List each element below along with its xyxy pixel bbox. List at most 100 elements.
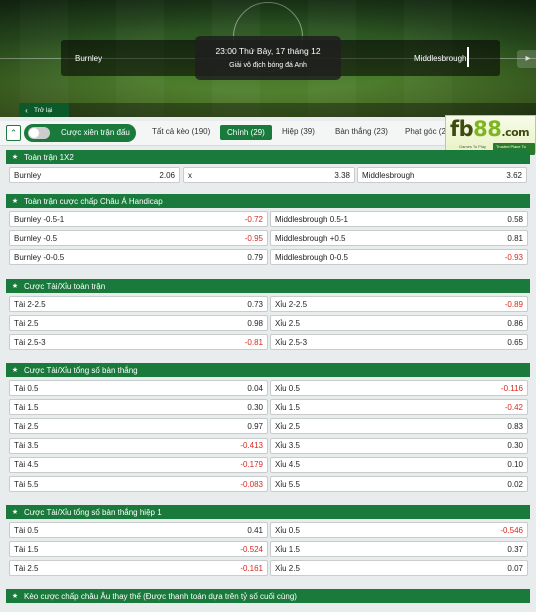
odds-value: 0.86: [507, 318, 523, 328]
odds-cell[interactable]: Tài 2.5 0.97: [9, 418, 268, 435]
odds-value: 0.10: [507, 460, 523, 470]
odds-cell[interactable]: Xỉu 5.5 0.02: [270, 476, 528, 492]
odds-label: Xỉu 1.5: [275, 402, 300, 412]
odds-label: Middlesbrough: [362, 170, 415, 180]
odds-value: 0.04: [247, 383, 263, 393]
odds-value: 0.02: [507, 479, 523, 489]
odds-cell[interactable]: Tài 2.5 -0.161: [9, 560, 268, 577]
star-icon: ★: [11, 593, 19, 600]
odds-cell[interactable]: Xỉu 3.5 0.30: [270, 437, 528, 454]
star-icon: ★: [11, 198, 19, 205]
odds-label: Xỉu 2-2.5: [275, 299, 308, 309]
odds-cell[interactable]: Burnley 2.06: [9, 167, 180, 183]
odds-cell[interactable]: Middlesbrough 3.62: [357, 167, 527, 183]
odds-value: -0.72: [244, 214, 263, 224]
back-label: Trở lại: [34, 106, 53, 114]
odds-value: -0.81: [244, 337, 263, 347]
tab-all[interactable]: Tất cả kèo (190): [152, 127, 210, 136]
odds-value: 0.79: [247, 252, 263, 262]
market-section-header[interactable]: ★ Toàn trận cược chấp Châu Á Handicap: [6, 194, 530, 208]
market-section-header[interactable]: ★ Kèo cược chấp châu Âu thay thế (Được th…: [6, 589, 530, 603]
double-chevron-up-icon[interactable]: ⌃: [6, 125, 21, 141]
market-section-header[interactable]: ★ Toàn trận 1X2: [6, 150, 530, 164]
odds-cell[interactable]: Xỉu 0.5 -0.546: [270, 522, 528, 538]
odds-label: Tài 0.5: [14, 525, 39, 535]
toggle-switch[interactable]: [28, 127, 50, 139]
odds-value: 2.06: [159, 170, 175, 180]
odds-cell[interactable]: Xỉu 1.5 -0.42: [270, 399, 528, 416]
market-section-header[interactable]: ★ Cược Tài/Xỉu tổng số bàn thắng hiệp 1: [6, 505, 530, 519]
away-marker: [467, 47, 469, 67]
odds-value: -0.161: [240, 563, 263, 573]
odds-cell[interactable]: Xỉu 2-2.5 -0.89: [270, 296, 528, 312]
odds-label: Xỉu 0.5: [275, 525, 300, 535]
odds-cell[interactable]: Xỉu 2.5 0.86: [270, 315, 528, 332]
odds-value: 3.38: [334, 170, 350, 180]
odds-cell[interactable]: Tài 2-2.5 0.73: [9, 296, 268, 312]
odds-cell[interactable]: Tài 2.5-3 -0.81: [9, 334, 268, 351]
odds-cell[interactable]: Middlesbrough 0.5-1 0.58: [270, 211, 528, 227]
megaphone-icon[interactable]: ▸: [517, 50, 536, 68]
tab-main[interactable]: Chính (29): [220, 125, 272, 140]
odds-cell[interactable]: Tài 0.5 0.41: [9, 522, 268, 538]
odds-cell[interactable]: Tài 1.5 0.30: [9, 399, 268, 416]
odds-label: Tài 2.5: [14, 563, 39, 573]
market-section-header[interactable]: ★ Cược Tài/Xỉu tổng số bàn thắng: [6, 363, 530, 377]
odds-value: 0.07: [507, 563, 523, 573]
odds-cell[interactable]: Burnley -0-0.5 0.79: [9, 249, 268, 266]
odds-label: Xỉu 2.5: [275, 563, 300, 573]
odds-value: 0.98: [247, 318, 263, 328]
odds-cell[interactable]: Tài 5.5 -0.083: [9, 476, 268, 492]
market-section-header[interactable]: ★ Cược Tài/Xỉu toàn trận: [6, 279, 530, 293]
odds-value: 0.81: [507, 233, 523, 243]
market-section-title: Cược Tài/Xỉu tổng số bàn thắng hiệp 1: [24, 507, 162, 517]
odds-value: 0.97: [247, 421, 263, 431]
odds-value: -0.546: [500, 525, 523, 535]
market-section-title: Cược Tài/Xỉu toàn trận: [24, 281, 106, 291]
odds-cell[interactable]: Middlesbrough +0.5 0.81: [270, 230, 528, 247]
match-hero: Burnley Middlesbrough 23:00 Thứ Bảy, 17 …: [0, 0, 536, 117]
odds-label: Xỉu 2.5: [275, 421, 300, 431]
parlay-toggle[interactable]: Cược xiên trận đấu: [24, 124, 136, 142]
odds-cell[interactable]: Tài 3.5 -0.413: [9, 437, 268, 454]
odds-label: Middlesbrough 0.5-1: [275, 214, 348, 224]
odds-cell[interactable]: Xỉu 1.5 0.37: [270, 541, 528, 558]
odds-value: -0.179: [240, 460, 263, 470]
odds-label: Tài 0.5: [14, 383, 39, 393]
market-section-title: Kèo cược chấp châu Âu thay thế (Được tha…: [24, 591, 297, 601]
star-icon: ★: [11, 154, 19, 161]
odds-cell[interactable]: Burnley -0.5-1 -0.72: [9, 211, 268, 227]
odds-cell[interactable]: Xỉu 2.5-3 0.65: [270, 334, 528, 351]
odds-cell[interactable]: Xỉu 2.5 0.83: [270, 418, 528, 435]
odds-cell[interactable]: Xỉu 4.5 0.10: [270, 456, 528, 473]
odds-value: -0.89: [504, 299, 523, 309]
odds-cell[interactable]: Tài 2.5 0.98: [9, 315, 268, 332]
odds-cell[interactable]: x 3.38: [183, 167, 355, 183]
odds-cell[interactable]: Tài 4.5 -0.179: [9, 456, 268, 473]
odds-cell[interactable]: Xỉu 2.5 0.07: [270, 560, 528, 577]
odds-cell[interactable]: Tài 1.5 -0.524: [9, 541, 268, 558]
star-icon: ★: [11, 509, 19, 516]
odds-cell[interactable]: Burnley -0.5 -0.95: [9, 230, 268, 247]
odds-label: Xỉu 1.5: [275, 544, 300, 554]
odds-value: -0.42: [504, 402, 523, 412]
odds-cell[interactable]: Tài 0.5 0.04: [9, 380, 268, 396]
odds-value: 0.73: [247, 299, 263, 309]
odds-cell[interactable]: Middlesbrough 0-0.5 -0.93: [270, 249, 528, 266]
back-button[interactable]: ‹ Trở lại: [19, 103, 69, 117]
odds-label: Tài 2.5: [14, 318, 39, 328]
odds-value: 0.83: [507, 421, 523, 431]
odds-label: Xỉu 5.5: [275, 479, 300, 489]
logo-tagline-left: Games To Play: [459, 144, 487, 149]
odds-value: -0.116: [500, 383, 523, 393]
odds-cell[interactable]: Xỉu 0.5 -0.116: [270, 380, 528, 396]
odds-label: Tài 1.5: [14, 544, 39, 554]
odds-label: Burnley -0-0.5: [14, 252, 65, 262]
odds-label: x: [188, 170, 192, 180]
tab-goals[interactable]: Bàn thắng (23): [335, 127, 388, 136]
tab-corners[interactable]: Phạt góc (22: [405, 127, 450, 136]
odds-label: Tài 1.5: [14, 402, 39, 412]
tab-half[interactable]: Hiệp (39): [282, 127, 315, 136]
odds-value: 3.62: [506, 170, 522, 180]
parlay-toggle-label: Cược xiên trận đấu: [61, 128, 130, 137]
